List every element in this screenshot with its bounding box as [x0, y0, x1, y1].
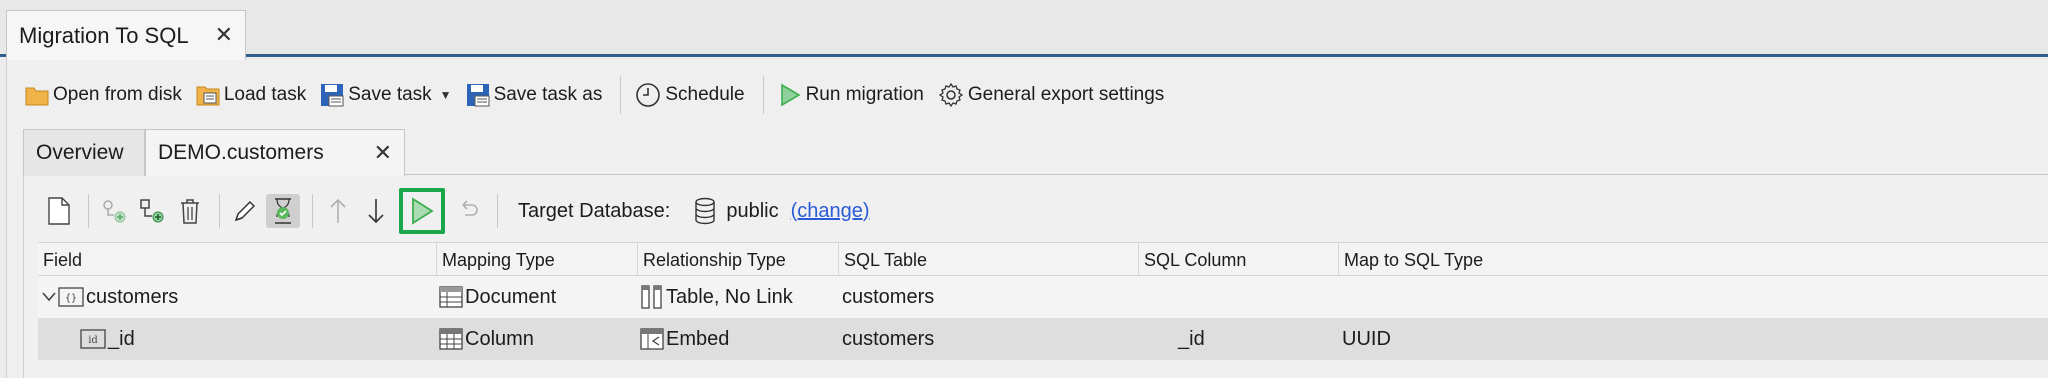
add-link-icon[interactable] — [97, 194, 131, 228]
mapping-type-cell: Column — [439, 318, 534, 360]
relationship-type-cell: Embed — [640, 318, 729, 360]
toolbar-divider — [497, 194, 498, 228]
sql-type-cell: UUID — [1342, 327, 1391, 350]
mapping-content: Target Database: public (change) Field M… — [23, 176, 2048, 378]
object-icon: {} — [58, 287, 84, 307]
field-cell: id _id — [80, 318, 135, 360]
load-task-label: Load task — [223, 84, 307, 105]
migration-panel: Open from disk Load task Save task ▼ Sav… — [6, 60, 2048, 378]
close-icon[interactable]: ✕ — [374, 140, 392, 166]
save-icon — [321, 84, 344, 107]
open-from-disk-button[interactable]: Open from disk — [25, 84, 182, 106]
trash-icon[interactable] — [173, 194, 207, 228]
field-name: customers — [86, 285, 179, 308]
toolbar-divider — [762, 76, 764, 114]
table-row[interactable]: id _id Column Embed customers _id UUID — [38, 318, 2048, 360]
arrow-up-icon[interactable] — [321, 194, 355, 228]
column-header-sql-column[interactable]: SQL Column — [1138, 243, 1338, 277]
relationship-type-value: Table, No Link — [666, 285, 793, 308]
column-header-sql-table[interactable]: SQL Table — [838, 243, 1138, 277]
validate-icon[interactable] — [266, 194, 300, 228]
target-database-value: public — [726, 199, 779, 222]
tab-title: Migration To SQL — [19, 22, 189, 48]
sql-table-cell: customers — [842, 285, 935, 308]
svg-text:{}: {} — [65, 293, 77, 304]
column-header-sql-type[interactable]: Map to SQL Type — [1338, 243, 2048, 277]
save-task-label: Save task — [348, 84, 432, 105]
database-icon — [694, 197, 716, 225]
run-migration-button[interactable]: Run migration — [778, 83, 924, 107]
tab-overview-label: Overview — [36, 141, 124, 164]
mapping-type-cell: Document — [439, 276, 556, 318]
mapping-table: Field Mapping Type Relationship Type SQL… — [38, 242, 2048, 360]
column-header-relationship-type[interactable]: Relationship Type — [637, 243, 838, 277]
toolbar-divider — [620, 76, 622, 114]
open-from-disk-label: Open from disk — [53, 84, 182, 105]
play-icon — [780, 83, 801, 107]
embed-icon — [640, 328, 664, 350]
run-mapping-button[interactable] — [399, 188, 445, 234]
tab-demo-customers-label: DEMO.customers — [158, 141, 324, 164]
new-document-icon[interactable] — [42, 194, 76, 228]
inner-tabbar: Overview DEMO.customers ✕ — [23, 129, 2048, 176]
table-header: Field Mapping Type Relationship Type SQL… — [38, 242, 2048, 277]
general-export-settings-label: General export settings — [967, 84, 1165, 105]
column-header-mapping-type[interactable]: Mapping Type — [436, 243, 637, 277]
play-icon — [412, 197, 434, 225]
id-field-icon: id — [80, 329, 106, 349]
table-no-link-icon — [641, 285, 662, 309]
load-task-button[interactable]: Load task — [196, 84, 306, 106]
change-target-link[interactable]: (change) — [791, 200, 870, 223]
field-name: _id — [108, 327, 135, 350]
save-task-button[interactable]: Save task ▼ — [320, 83, 452, 107]
mapping-type-value: Document — [465, 285, 557, 308]
arrow-down-icon[interactable] — [359, 194, 393, 228]
sql-table-cell: customers — [842, 327, 935, 350]
schedule-label: Schedule — [665, 84, 745, 105]
main-toolbar: Open from disk Load task Save task ▼ Sav… — [7, 70, 2048, 120]
chevron-down-icon[interactable] — [42, 292, 56, 302]
save-as-icon — [466, 84, 490, 107]
toolbar-divider — [88, 194, 89, 228]
mapping-type-value: Column — [465, 327, 534, 350]
svg-text:id: id — [88, 335, 98, 346]
mapping-toolbar: Target Database: public (change) — [24, 188, 2048, 234]
pencil-icon[interactable] — [228, 194, 262, 228]
general-export-settings-button[interactable]: General export settings — [938, 82, 1164, 108]
field-cell: {} customers — [42, 276, 178, 318]
tab-demo-customers[interactable]: DEMO.customers ✕ — [145, 129, 405, 176]
undo-icon[interactable] — [451, 194, 485, 228]
add-child-icon[interactable] — [135, 194, 169, 228]
column-table-icon — [439, 328, 463, 350]
document-tabbar: Migration To SQL ✕ — [0, 0, 2048, 60]
document-table-icon — [439, 286, 463, 308]
run-migration-label: Run migration — [805, 84, 924, 105]
toolbar-divider — [312, 194, 313, 228]
target-database-label: Target Database: — [518, 199, 671, 222]
folder-icon — [25, 87, 49, 106]
save-task-as-label: Save task as — [493, 84, 603, 105]
schedule-button[interactable]: Schedule — [635, 82, 745, 108]
gear-icon — [938, 82, 964, 108]
relationship-type-value: Embed — [666, 327, 730, 350]
tab-migration-to-sql[interactable]: Migration To SQL ✕ — [6, 10, 246, 60]
tab-overview[interactable]: Overview — [23, 129, 145, 176]
chevron-down-icon[interactable]: ▼ — [440, 88, 452, 102]
close-icon[interactable]: ✕ — [215, 22, 233, 48]
table-row[interactable]: {} customers Document Table, No Link cus… — [38, 276, 2048, 318]
clock-icon — [636, 83, 661, 107]
relationship-type-cell: Table, No Link — [640, 276, 793, 318]
toolbar-divider — [219, 194, 220, 228]
load-task-icon — [196, 86, 220, 106]
save-task-as-button[interactable]: Save task as — [466, 83, 603, 107]
sql-column-cell: _id — [1178, 327, 1205, 350]
column-header-field[interactable]: Field — [38, 243, 436, 277]
